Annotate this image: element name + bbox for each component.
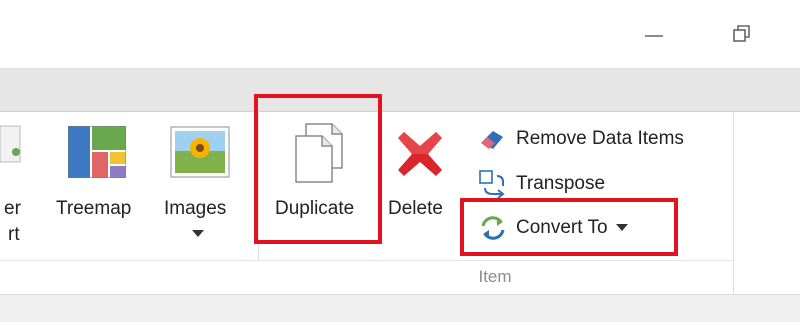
restore-button[interactable] [728,22,756,46]
delete-x-icon [398,132,442,176]
partial-left-button[interactable]: er rt [0,112,40,260]
transpose-button[interactable]: Transpose [478,167,605,201]
transpose-icon [478,169,508,199]
ribbon-tab-strip [0,68,800,112]
item-group-caption: Item [478,267,512,286]
delete-button[interactable]: Delete [384,112,456,260]
convert-to-highlight-box [460,198,678,256]
image-icon [170,126,230,178]
restore-icon [733,25,750,42]
dropdown-arrow-icon [192,230,204,237]
remove-data-items-button[interactable]: Remove Data Items [478,122,684,156]
partial-button-label-line1: er [4,198,21,219]
remove-data-items-label: Remove Data Items [516,128,684,149]
content-area-edge [0,294,800,322]
minimize-icon [645,35,663,37]
treemap-icon [68,126,126,178]
ribbon-panel: er rt Treemap Images Duplicate Delete Re… [0,112,800,295]
transpose-label: Transpose [516,173,606,194]
delete-label: Delete [388,198,443,219]
eraser-icon [478,124,508,154]
treemap-label: Treemap [56,198,132,219]
images-label: Images [164,198,227,219]
partial-button-label-line2: rt [8,224,20,245]
group-separator [733,112,734,294]
minimize-button[interactable] [640,22,668,46]
app-window: er rt Treemap Images Duplicate Delete Re… [0,0,800,322]
title-bar [0,0,800,68]
group-footer-left [0,260,258,295]
treemap-button[interactable]: Treemap [50,112,144,260]
images-button[interactable]: Images [156,112,244,260]
duplicate-highlight-box [254,94,382,244]
partial-chart-icon [0,125,21,163]
